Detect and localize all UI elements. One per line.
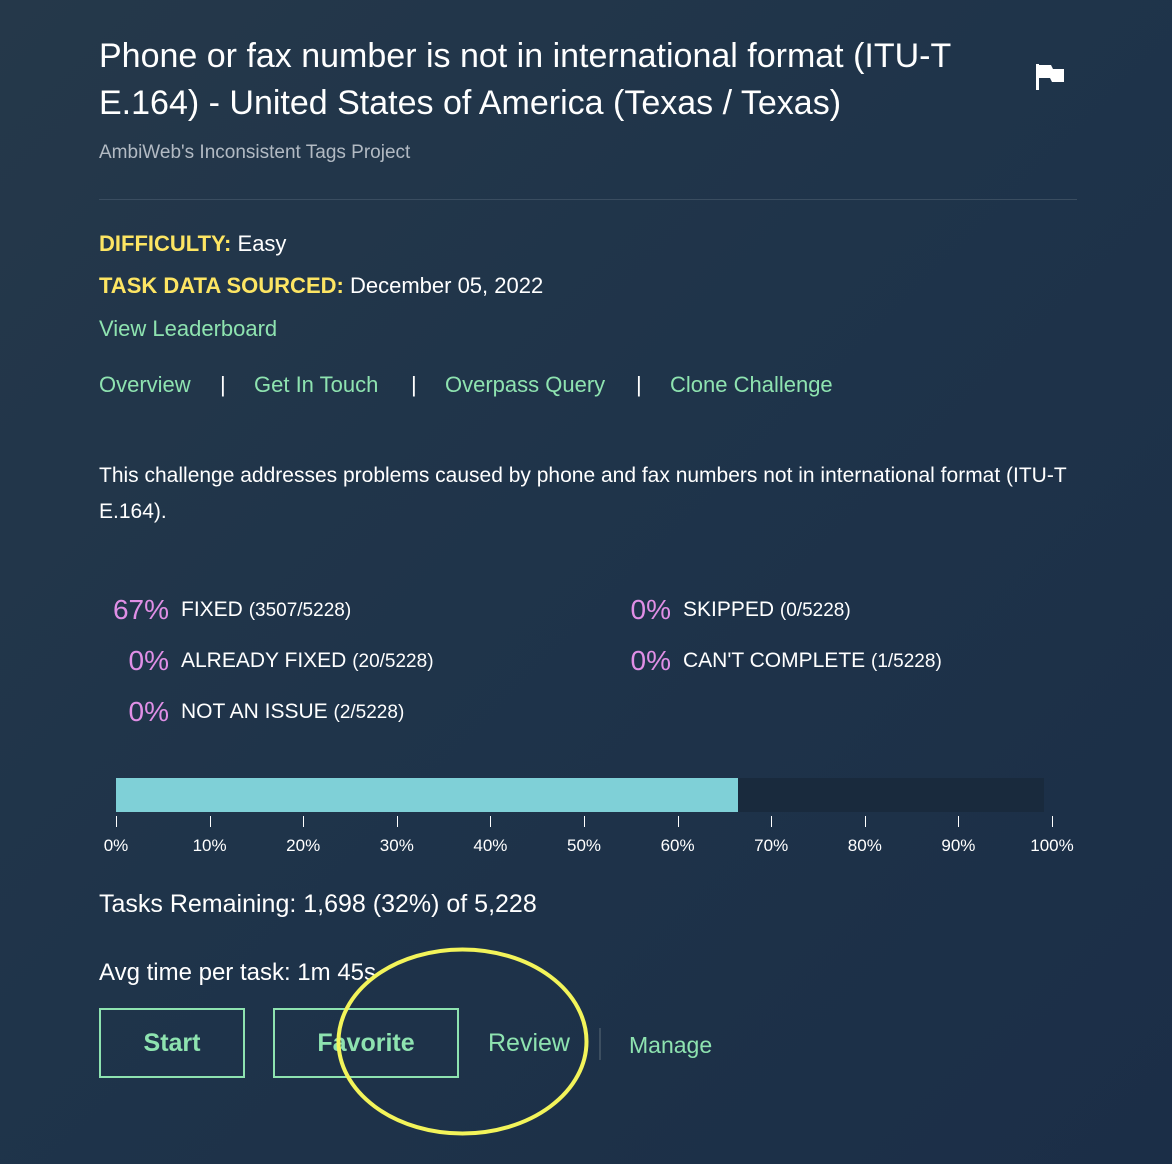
task-data-sourced-label: TASK DATA SOURCED:: [99, 273, 344, 298]
progress-bar: [116, 778, 1044, 812]
axis-tick: [771, 816, 773, 827]
axis-tick-label: 40%: [473, 836, 508, 855]
view-leaderboard-link[interactable]: View Leaderboard: [99, 316, 277, 342]
challenge-detail-panel: Phone or fax number is not in internatio…: [99, 0, 1077, 1164]
progress-bar-fill: [116, 778, 738, 812]
axis-tick-label: 90%: [941, 836, 976, 855]
axis-tick-label: 0%: [103, 836, 129, 855]
task-data-sourced-row: TASK DATA SOURCED: December 05, 2022: [99, 273, 543, 299]
stat-label: NOT AN ISSUE: [181, 700, 328, 723]
axis-tick-label: 30%: [379, 836, 414, 855]
progress-axis: 0% 10% 20% 30% 40% 50% 60% 70% 80% 90% 100%: [104, 812, 1074, 862]
task-data-sourced-value: December 05, 2022: [349, 273, 544, 298]
stat-percent: 0%: [630, 594, 671, 625]
axis-tick: [209, 816, 211, 827]
stat-label: CAN'T COMPLETE: [683, 649, 866, 672]
axis-tick: [677, 816, 679, 827]
axis-tick-label: 20%: [286, 836, 321, 855]
stat-percent: 67%: [112, 594, 169, 625]
avg-time-per-task: Avg time per task: 1m 45s: [99, 959, 377, 986]
stat-count: (20/5228): [352, 651, 434, 672]
stat-percent: 0%: [128, 645, 169, 676]
axis-tick-label: 100%: [1030, 836, 1074, 855]
tasks-remaining: Tasks Remaining: 1,698 (32%) of 5,228: [99, 890, 537, 918]
axis-tick: [116, 816, 117, 827]
stat-count: (1/5228): [871, 651, 942, 672]
tab-overview[interactable]: Overview: [99, 372, 191, 398]
tab-overpass-query[interactable]: Overpass Query: [445, 372, 605, 398]
favorite-button[interactable]: Favorite: [273, 1008, 459, 1078]
axis-tick: [396, 816, 398, 827]
axis-tick: [584, 816, 585, 827]
stat-label-wrap: CAN'T COMPLETE (1/5228): [683, 649, 942, 673]
tab-get-in-touch[interactable]: Get In Touch: [254, 372, 378, 398]
stat-label-wrap: FIXED (3507/5228): [181, 598, 351, 622]
axis-tick-label: 10%: [192, 836, 227, 855]
stat-percent: 0%: [128, 696, 169, 727]
challenge-description: This challenge addresses problems caused…: [99, 464, 1067, 523]
stat-label-wrap: ALREADY FIXED (20/5228): [181, 649, 434, 673]
divider: [99, 199, 1077, 200]
stat-label-wrap: SKIPPED (0/5228): [683, 598, 851, 622]
axis-tick-label: 60%: [660, 836, 695, 855]
stat-count: (3507/5228): [248, 600, 352, 621]
tab-separator: |: [411, 372, 417, 397]
axis-tick: [864, 816, 866, 827]
manage-link[interactable]: Manage: [629, 1032, 712, 1059]
stat-count: (0/5228): [779, 600, 851, 621]
start-button[interactable]: Start: [99, 1008, 245, 1078]
stat-label: SKIPPED: [683, 598, 775, 621]
stat-count: (2/5228): [333, 702, 405, 723]
axis-tick: [1052, 816, 1053, 827]
project-name: AmbiWeb's Inconsistent Tags Project: [99, 142, 411, 163]
axis-tick-label: 50%: [566, 836, 602, 855]
tab-separator: |: [636, 372, 642, 397]
tab-clone-challenge[interactable]: Clone Challenge: [670, 372, 833, 398]
difficulty-row: DIFFICULTY: Easy: [99, 231, 286, 257]
stat-label: ALREADY FIXED: [181, 649, 347, 672]
stat-label: FIXED: [181, 598, 243, 621]
axis-tick-label: 80%: [847, 836, 882, 855]
difficulty-label: DIFFICULTY:: [99, 231, 232, 256]
challenge-title: Phone or fax number is not in internatio…: [99, 37, 951, 122]
stat-label-wrap: NOT AN ISSUE (2/5228): [181, 700, 404, 724]
review-link[interactable]: Review: [488, 1029, 570, 1058]
action-separator: [599, 1028, 601, 1060]
flag-icon[interactable]: [1035, 63, 1065, 91]
axis-tick-label: 70%: [754, 836, 789, 855]
axis-tick: [303, 816, 305, 827]
tab-separator: |: [220, 372, 226, 397]
axis-tick: [490, 816, 492, 827]
stat-percent: 0%: [630, 645, 671, 676]
difficulty-value: Easy: [237, 231, 287, 256]
axis-tick: [958, 816, 960, 827]
